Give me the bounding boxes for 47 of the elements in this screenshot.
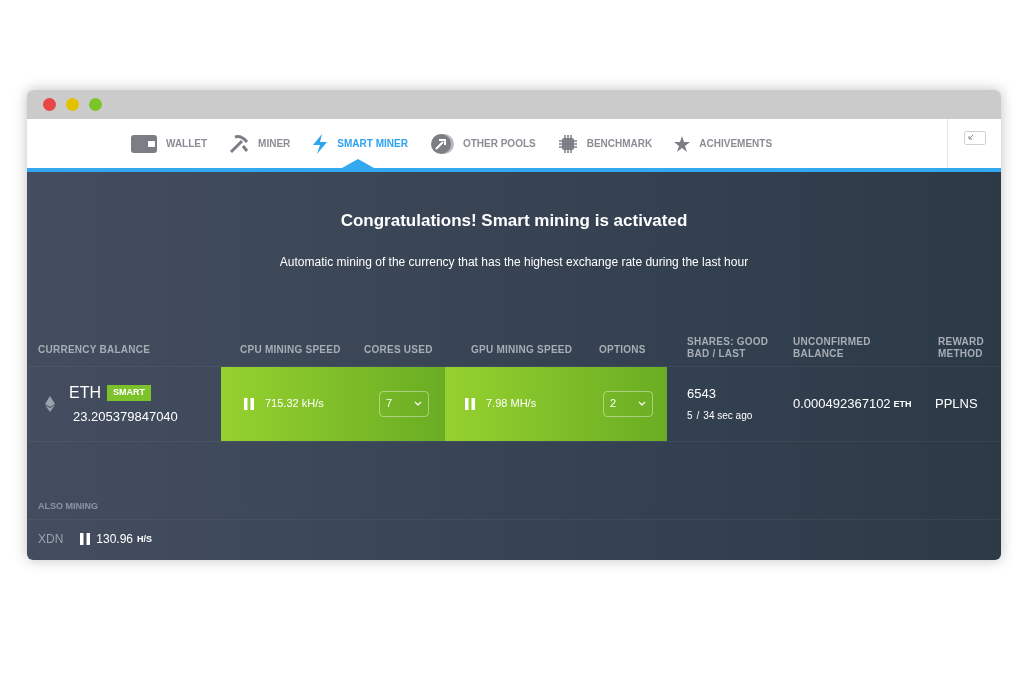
- close-button[interactable]: [43, 98, 56, 111]
- maximize-button[interactable]: [89, 98, 102, 111]
- mining-speed: 130.96: [96, 531, 134, 548]
- shares-good: 6543: [687, 385, 717, 404]
- smart-badge: SMART: [107, 385, 151, 401]
- shares-bad: 5: [687, 408, 693, 423]
- nav-tab[interactable]: WALLET: [131, 119, 208, 168]
- speed-unit: H/S: [137, 533, 153, 547]
- currency-name: ETH: [69, 382, 101, 403]
- cpu-speed: 715.32 kH/s: [265, 396, 325, 412]
- section-label: ALSO MINING: [38, 499, 98, 513]
- dropdown[interactable]: 7: [379, 390, 429, 417]
- lightning-icon: [312, 133, 329, 154]
- column-header: UNCONFIRMED BALANCE: [793, 335, 872, 360]
- subline: Automatic mining of the currency that has the highest exchange rate during the last hour: [278, 253, 750, 271]
- unconfirmed-balance: 0.000492367102: [793, 394, 891, 413]
- column-header: CURRENCY BALANCE: [37, 343, 152, 356]
- column-header: OPTIONS: [599, 343, 647, 356]
- column-header: GPU MINING SPEED: [470, 343, 574, 356]
- gpu-speed: 7.98 MH/s: [486, 396, 538, 412]
- last-share-time: 34 sec ago: [703, 408, 753, 423]
- column-header: CORES USED: [364, 343, 434, 356]
- coin-icon: [429, 132, 454, 155]
- minimize-button[interactable]: [66, 98, 79, 111]
- reward-method: PPLNS: [935, 394, 978, 413]
- dropdown[interactable]: 2: [603, 390, 653, 417]
- headline: Congratulations! Smart mining is activated: [339, 210, 689, 232]
- nav-tab[interactable]: ACHIVEMENTS: [674, 119, 773, 168]
- chip-icon: [557, 133, 578, 154]
- pause-icon[interactable]: [80, 533, 91, 545]
- nav-tab[interactable]: MINER: [229, 119, 291, 168]
- currency-name: XDN: [38, 531, 64, 548]
- separator: /: [696, 408, 700, 423]
- currency-unit: ETH: [893, 398, 912, 412]
- column-header: REWARD METHOD: [938, 335, 984, 360]
- chevron-icon: [638, 401, 646, 406]
- collapse-icon[interactable]: [963, 131, 986, 145]
- chevron-icon: [414, 401, 422, 406]
- balance-value: 23.205379847040: [72, 407, 178, 426]
- star-icon: [674, 135, 691, 152]
- pickaxe-icon: [229, 133, 250, 154]
- column-header: CPU MINING SPEED: [239, 343, 342, 356]
- ethereum-icon: [45, 395, 55, 412]
- column-header: SHARES: GOOD BAD / LAST: [687, 335, 770, 360]
- nav-tab[interactable]: BENCHMARK: [557, 119, 653, 168]
- nav-tab[interactable]: OTHER POOLS: [429, 119, 536, 168]
- wallet-icon: [131, 134, 157, 153]
